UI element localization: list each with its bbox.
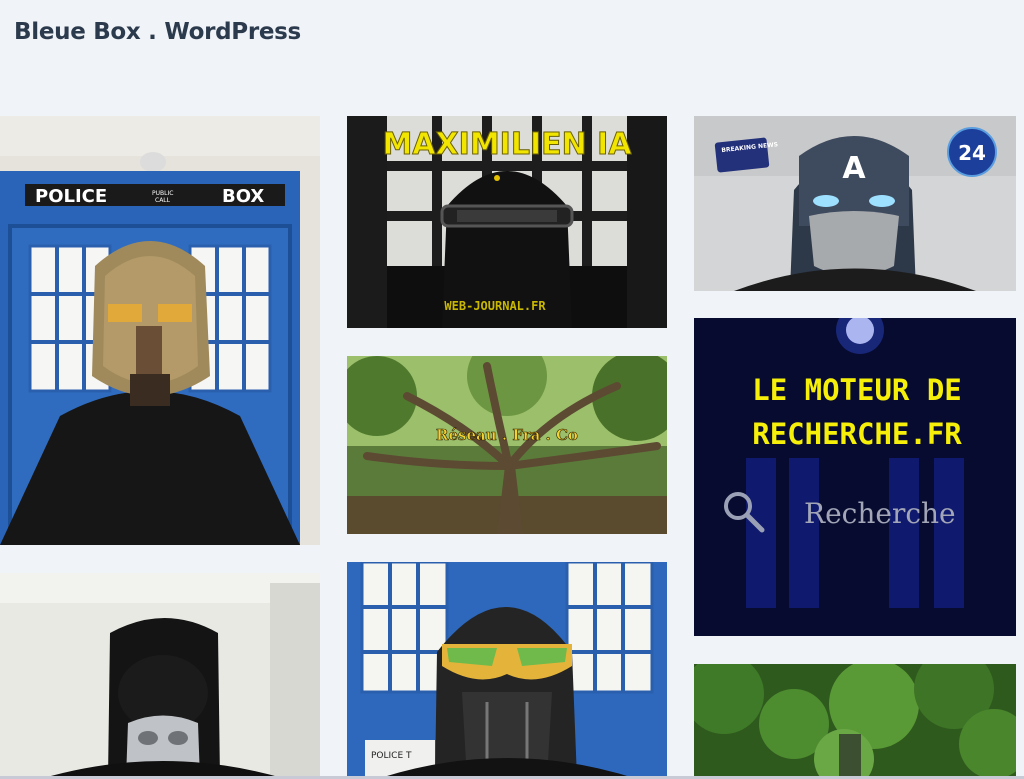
captain-mask-news-image: BREAKING NEWS 24 A: [694, 116, 1016, 291]
police-box-spartan-image: POLICE PUBLIC CALL BOX: [0, 116, 320, 545]
svg-text:BOX: BOX: [222, 186, 264, 207]
reseau-fra-co-image: Réseau . Fra . Co: [347, 356, 667, 534]
forest-green-image: [694, 664, 1016, 779]
gallery-item-reseau-fra-co[interactable]: Réseau . Fra . Co: [347, 356, 667, 534]
moteur-line2: RECHERCHE.FR: [752, 417, 962, 451]
le-moteur-de-recherche-image: LE MOTEUR DE RECHERCHE.FR Recherche: [694, 318, 1016, 636]
police-box-sunglasses-image: POLICE T: [347, 562, 667, 779]
gallery-item-le-moteur-de-recherche[interactable]: LE MOTEUR DE RECHERCHE.FR Recherche: [694, 318, 1016, 636]
maximilien-ia-title: MAXIMILIEN IA: [382, 127, 632, 162]
web-journal-caption: WEB-JOURNAL.FR: [444, 299, 546, 313]
gallery-item-forest-green[interactable]: [694, 664, 1016, 779]
captain-letter: A: [842, 151, 866, 186]
channel-24-badge: 24: [958, 141, 986, 165]
recherche-search-label: Recherche: [804, 497, 956, 530]
site-title[interactable]: Bleue Box . WordPress: [14, 19, 301, 45]
gallery-item-police-box-sunglasses[interactable]: POLICE T: [347, 562, 667, 779]
gallery-item-balaclava-mask[interactable]: [0, 573, 320, 779]
reseau-fra-co-caption: Réseau . Fra . Co: [436, 426, 578, 444]
svg-text:POLICE T: POLICE T: [371, 751, 412, 761]
svg-text:PUBLIC: PUBLIC: [152, 190, 173, 197]
gallery-item-maximilien-ia[interactable]: MAXIMILIEN IA WEB-JOURNAL.FR: [347, 116, 667, 328]
gallery-item-police-box-spartan[interactable]: POLICE PUBLIC CALL BOX: [0, 116, 320, 545]
svg-text:CALL: CALL: [155, 197, 171, 204]
balaclava-mask-image: [0, 573, 320, 779]
gallery-item-captain-mask-news[interactable]: BREAKING NEWS 24 A: [694, 116, 1016, 291]
moteur-line1: LE MOTEUR DE: [752, 373, 962, 407]
maximilien-ia-image: MAXIMILIEN IA WEB-JOURNAL.FR: [347, 116, 667, 328]
police-sign-text: POLICE: [35, 186, 107, 207]
